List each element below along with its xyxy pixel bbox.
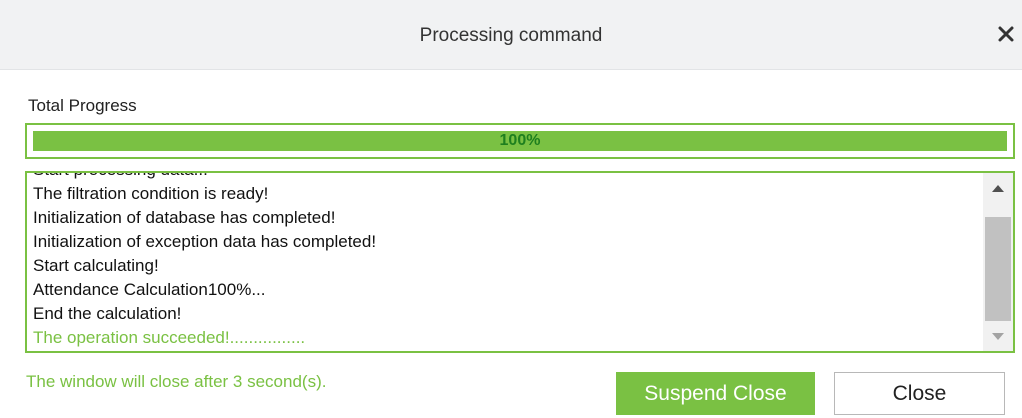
log-scrollbar[interactable]: [983, 173, 1013, 351]
suspend-close-button[interactable]: Suspend Close: [616, 372, 815, 415]
log-line: End the calculation!: [33, 304, 182, 323]
scroll-thumb[interactable]: [985, 217, 1011, 321]
dialog-title: Processing command: [419, 25, 603, 46]
close-button[interactable]: Close: [834, 372, 1005, 415]
dialog-titlebar: Processing command: [0, 0, 1022, 70]
log-content: Start processing data... The filtration c…: [33, 173, 979, 350]
progress-track: 100%: [33, 131, 1007, 151]
progress-percent: 100%: [499, 132, 541, 149]
log-output[interactable]: Start processing data... The filtration c…: [25, 171, 1015, 353]
scroll-down-arrow-icon[interactable]: [983, 321, 1013, 351]
total-progress-label: Total Progress: [28, 96, 137, 115]
log-line: The operation succeeded!................: [33, 328, 306, 347]
log-line: Initialization of database has completed…: [33, 208, 336, 227]
progress-bar: 100%: [25, 123, 1015, 159]
close-icon[interactable]: [994, 22, 1018, 46]
log-line: Start calculating!: [33, 256, 159, 275]
auto-close-countdown: The window will close after 3 second(s).: [26, 372, 327, 391]
log-line: The filtration condition is ready!: [33, 184, 269, 203]
log-line: Attendance Calculation100%...: [33, 280, 266, 299]
scroll-up-arrow-icon[interactable]: [983, 173, 1013, 203]
log-line: Start processing data...: [33, 173, 979, 182]
processing-dialog: Processing command Total Progress 100% S…: [0, 0, 1022, 418]
log-line: Initialization of exception data has com…: [33, 232, 377, 251]
